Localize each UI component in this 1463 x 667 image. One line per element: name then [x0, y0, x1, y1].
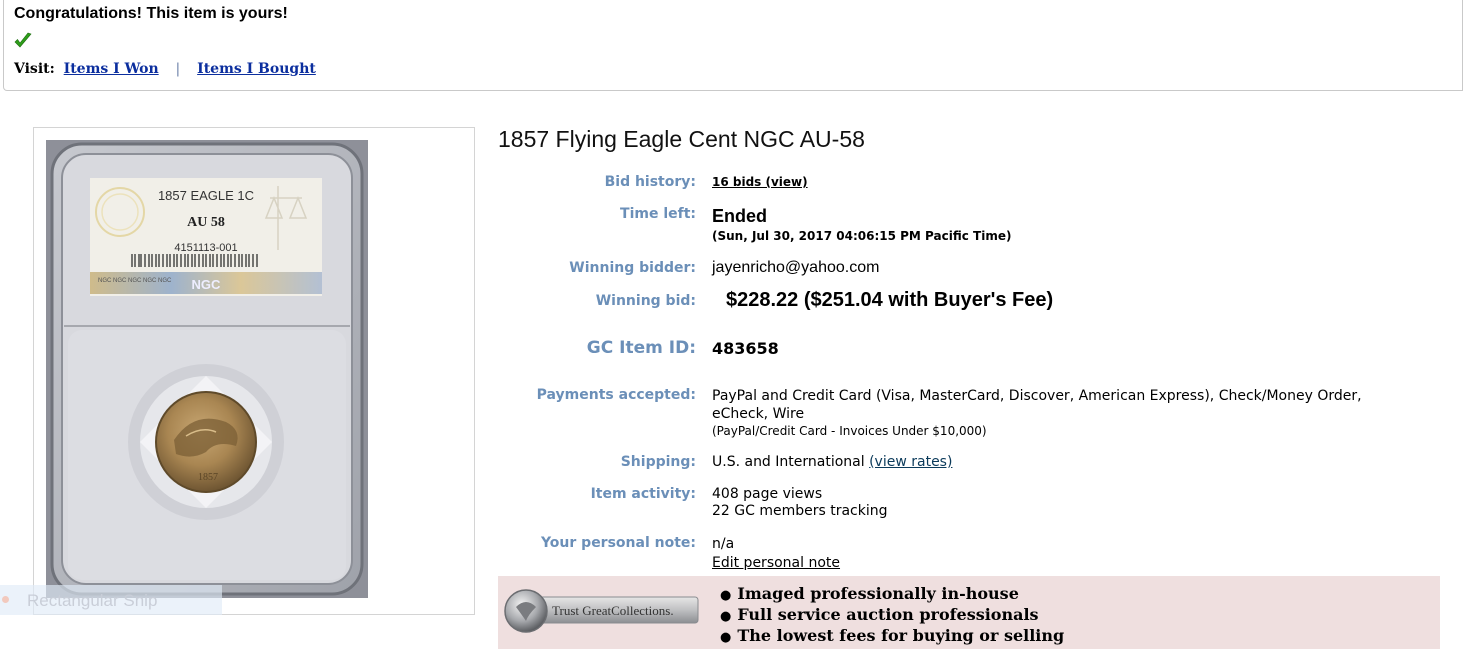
promo-bullet: The lowest fees for buying or selling [720, 626, 1064, 647]
item-image-panel: 1857 EAGLE 1C AU 58 4151113-001 NGC NGC … [33, 127, 475, 615]
items-bought-link[interactable]: Items I Bought [197, 61, 316, 77]
time-left-value: Ended [712, 206, 768, 226]
hologram-text: NGC NGC NGC NGC NGC [98, 278, 172, 284]
winning-bid-value: $228.22 ($251.04 with Buyer's Fee) [726, 289, 1054, 311]
promo-bullet: Full service auction professionals [720, 605, 1064, 626]
slab-grade: AU 58 [187, 215, 225, 230]
item-title: 1857 Flying Eagle Cent NGC AU-58 [498, 126, 865, 152]
personal-note-value: n/a [712, 536, 735, 552]
payments-methods-line1: PayPal and Credit Card (Visa, MasterCard… [712, 388, 1362, 404]
visit-separator: | [175, 61, 181, 77]
gc-item-id-label: GC Item ID: [586, 338, 696, 358]
checkmark-icon [14, 32, 32, 48]
coin-slab-image[interactable]: 1857 EAGLE 1C AU 58 4151113-001 NGC NGC … [46, 140, 368, 598]
visit-label: Visit: [14, 61, 55, 77]
payments-note: (PayPal/Credit Card - Invoices Under $10… [712, 424, 987, 438]
payments-label: Payments accepted: [536, 387, 696, 403]
auction-end-time: (Sun, Jul 30, 2017 04:06:15 PM Pacific T… [712, 229, 1012, 243]
shipping-value: U.S. and International [712, 454, 865, 470]
greatcollections-logo[interactable]: Trust GreatCollections. [504, 585, 700, 637]
congrats-title: Congratulations! This item is yours! [14, 5, 288, 22]
bid-history-label: Bid history: [604, 174, 696, 190]
promo-logo-text: Trust GreatCollections. [552, 603, 674, 618]
page-views: 408 page views [712, 486, 823, 502]
winning-bidder-value: jayenricho@yahoo.com [712, 259, 880, 276]
item-activity-label: Item activity: [590, 486, 696, 502]
gc-item-id-value: 483658 [712, 339, 779, 358]
winning-bidder-label: Winning bidder: [569, 260, 696, 276]
winning-bid-label: Winning bid: [595, 293, 696, 309]
snip-dot-icon [2, 596, 9, 603]
items-won-link[interactable]: Items I Won [64, 61, 159, 77]
trust-promo-box: Trust GreatCollections. Imaged professio… [498, 576, 1440, 649]
visit-row: Visit: Items I Won | Items I Bought [14, 61, 316, 77]
svg-text:1857: 1857 [198, 472, 218, 483]
promo-bullet: Imaged professionally in-house [720, 584, 1064, 605]
bid-history-link[interactable]: 16 bids (view) [712, 175, 808, 189]
edit-personal-note-link[interactable]: Edit personal note [712, 555, 840, 571]
shipping-label: Shipping: [620, 454, 696, 470]
snip-overlay-text: Rectangular Snip [27, 591, 158, 610]
slab-label-line1: 1857 EAGLE 1C [158, 188, 254, 203]
members-tracking: 22 GC members tracking [712, 503, 888, 519]
congrats-banner: Congratulations! This item is yours! Vis… [3, 0, 1463, 91]
personal-note-label: Your personal note: [540, 535, 696, 551]
slab-brand: NGC [192, 277, 222, 292]
view-rates-link[interactable]: (view rates) [869, 454, 952, 470]
time-left-label: Time left: [620, 206, 696, 222]
payments-methods-line2: eCheck, Wire [712, 406, 805, 422]
slab-cert-number: 4151113-001 [174, 242, 237, 254]
snip-overlay: Rectangular Snip [0, 585, 222, 615]
promo-bullets: Imaged professionally in-house Full serv… [720, 584, 1064, 647]
